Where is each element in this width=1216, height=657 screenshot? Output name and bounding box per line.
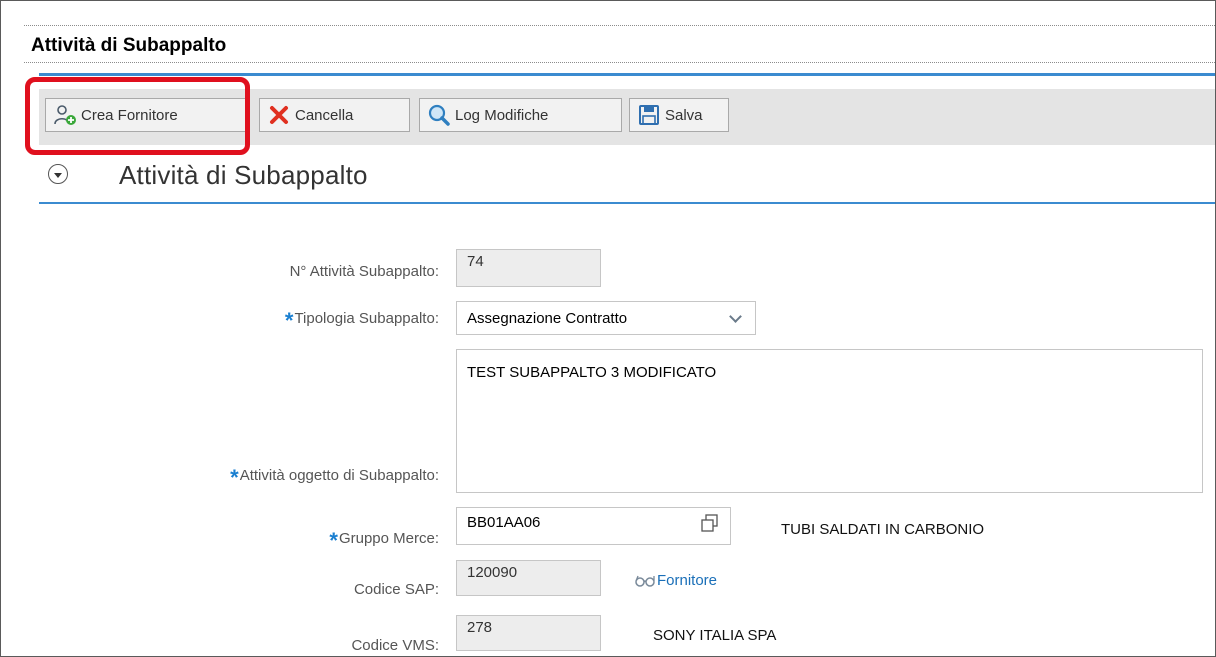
- log-modifiche-label: Log Modifiche: [455, 106, 549, 124]
- toolbar: Crea Fornitore Cancella Log Modifiche Sa…: [39, 89, 1215, 145]
- tipologia-label: *Tipologia Subappalto:: [284, 308, 439, 333]
- app-title-bar: Attività di Subappalto: [24, 25, 1215, 63]
- attivita-label: *Attività oggetto di Subappalto:: [230, 465, 439, 490]
- delete-icon: [266, 102, 292, 128]
- required-marker: *: [329, 528, 338, 553]
- app-title: Attività di Subappalto: [31, 35, 227, 56]
- title-divider: [39, 73, 1215, 76]
- codice-vms-label: Codice VMS:: [351, 637, 439, 654]
- fornitore-link[interactable]: Fornitore: [635, 572, 717, 589]
- codice-sap-field: 120090: [456, 560, 601, 596]
- save-icon: [636, 102, 662, 128]
- attivita-textarea[interactable]: TEST SUBAPPALTO 3 MODIFICATO: [456, 349, 1203, 493]
- salva-label: Salva: [665, 106, 703, 124]
- cancella-label: Cancella: [295, 106, 354, 124]
- tipologia-select[interactable]: Assegnazione Contratto: [456, 301, 756, 335]
- add-user-icon: [52, 102, 78, 128]
- magnifier-icon: [426, 102, 452, 128]
- tipologia-value: Assegnazione Contratto: [467, 310, 628, 327]
- codice-vms-description: SONY ITALIA SPA: [653, 627, 777, 644]
- collapse-icon[interactable]: [48, 164, 68, 184]
- section-divider: [39, 202, 1215, 204]
- section-header: Attività di Subappalto: [39, 151, 1215, 201]
- gruppo-merce-value: BB01AA06: [467, 514, 541, 531]
- gruppo-merce-input[interactable]: BB01AA06: [456, 507, 731, 545]
- log-modifiche-button[interactable]: Log Modifiche: [419, 98, 622, 132]
- salva-button[interactable]: Salva: [629, 98, 729, 132]
- glasses-icon: [635, 575, 655, 587]
- fornitore-link-label: Fornitore: [657, 572, 718, 589]
- crea-fornitore-button[interactable]: Crea Fornitore: [45, 98, 249, 132]
- cancella-button[interactable]: Cancella: [259, 98, 410, 132]
- gruppo-merce-label: *Gruppo Merce:: [329, 528, 439, 553]
- numero-field: 74: [456, 249, 601, 287]
- app-window: Attività di Subappalto Crea Fornitore Ca…: [0, 0, 1216, 657]
- section-title: Attività di Subappalto: [119, 160, 368, 190]
- chevron-down-icon: [729, 310, 742, 323]
- required-marker: *: [230, 465, 239, 490]
- codice-sap-label: Codice SAP:: [353, 581, 439, 598]
- required-marker: *: [284, 308, 294, 333]
- numero-label: N° Attività Subappalto:: [289, 263, 439, 280]
- value-help-icon[interactable]: [700, 513, 720, 533]
- gruppo-merce-description: TUBI SALDATI IN CARBONIO: [781, 521, 985, 538]
- crea-fornitore-label: Crea Fornitore: [81, 106, 178, 124]
- codice-vms-field: 278: [456, 615, 601, 651]
